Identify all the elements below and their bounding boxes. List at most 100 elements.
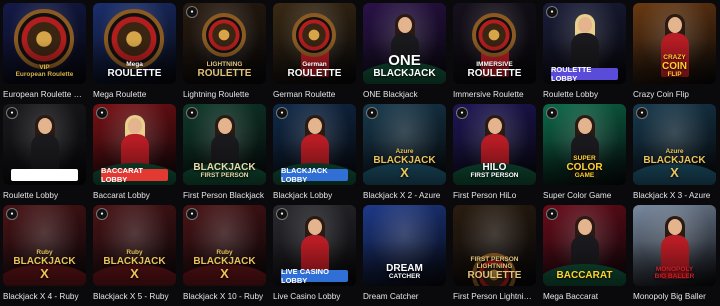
game-thumbnail[interactable]: ● Ruby BLACKJACK X xyxy=(93,205,176,286)
game-logo-text: ONE BLACKJACK xyxy=(367,51,442,79)
logo-line: X xyxy=(400,165,409,181)
game-thumbnail[interactable]: ● BLACKJACK FIRST PERSON xyxy=(183,104,266,185)
logo-line: X xyxy=(220,266,229,282)
game-tile-one-blackjack[interactable]: ONE BLACKJACK ONE Blackjack xyxy=(363,3,446,104)
game-logo-text: Mega ROULETTE xyxy=(97,61,172,79)
game-thumbnail[interactable]: ● Ruby BLACKJACK X xyxy=(183,205,266,286)
game-tile-blackjack-lobby[interactable]: ● BLACKJACK LOBBY Blackjack Lobby xyxy=(273,104,356,205)
game-tile-blackjack-x2-azure[interactable]: ● Azure BLACKJACK X Blackjack X 2 - Azure xyxy=(363,104,446,205)
provider-logo-icon: ● xyxy=(186,6,198,18)
game-title[interactable]: ONE Blackjack xyxy=(363,90,446,100)
game-thumbnail[interactable]: ● Azure BLACKJACK X xyxy=(633,104,716,185)
game-logo-text: IMMERSIVE ROULETTE xyxy=(457,61,532,79)
game-tile-first-person-hilo[interactable]: ● HILO FIRST PERSON First Person HiLo xyxy=(453,104,536,205)
logo-line: BIG BALLER xyxy=(654,273,695,281)
game-thumbnail[interactable]: ● ROULETTE xyxy=(3,104,86,185)
game-thumbnail[interactable]: ● ROULETTE LOBBY xyxy=(543,3,626,84)
game-tile-roulette-lobby-1[interactable]: ● ROULETTE LOBBY Roulette Lobby xyxy=(543,3,626,104)
logo-line: FLIP xyxy=(667,71,682,79)
game-thumbnail[interactable]: ● Ruby BLACKJACK X xyxy=(3,205,86,286)
game-title[interactable]: Blackjack X 4 - Ruby xyxy=(3,292,86,302)
game-thumbnail[interactable]: IMMERSIVE ROULETTE xyxy=(453,3,536,84)
logo-line: CATCHER xyxy=(388,273,421,281)
game-tile-monopoly-big-baller[interactable]: MONOPOLY BIG BALLER Monopoly Big Baller xyxy=(633,205,716,306)
game-thumbnail[interactable]: ● LIVE CASINO LOBBY xyxy=(273,205,356,286)
game-thumbnail[interactable]: VIP European Roulette xyxy=(3,3,86,84)
game-title[interactable]: Immersive Roulette xyxy=(453,90,536,100)
game-thumbnail[interactable]: ● BACCARAT LOBBY xyxy=(93,104,176,185)
game-title[interactable]: Crazy Coin Flip xyxy=(633,90,716,100)
game-title[interactable]: First Person Blackjack xyxy=(183,191,266,201)
game-title[interactable]: Roulette Lobby xyxy=(3,191,86,201)
game-thumbnail[interactable]: ● Azure BLACKJACK X xyxy=(363,104,446,185)
lobby-banner: LIVE CASINO LOBBY xyxy=(281,267,348,285)
game-thumbnail[interactable]: German ROULETTE xyxy=(273,3,356,84)
game-title[interactable]: Monopoly Big Baller xyxy=(633,292,716,302)
game-thumbnail[interactable]: MONOPOLY BIG BALLER xyxy=(633,205,716,286)
game-tile-blackjack-x5-ruby[interactable]: ● Ruby BLACKJACK X Blackjack X 5 - Ruby xyxy=(93,205,176,306)
game-tile-immersive-roulette[interactable]: IMMERSIVE ROULETTE Immersive Roulette xyxy=(453,3,536,104)
game-title[interactable]: Baccarat Lobby xyxy=(93,191,176,201)
game-title[interactable]: Mega Baccarat xyxy=(543,292,626,302)
game-title[interactable]: Blackjack X 10 - Ruby xyxy=(183,292,266,302)
game-thumbnail[interactable]: Mega ROULETTE xyxy=(93,3,176,84)
provider-logo-icon: ● xyxy=(546,107,558,119)
game-tile-blackjack-x4-ruby[interactable]: ● Ruby BLACKJACK X Blackjack X 4 - Ruby xyxy=(3,205,86,306)
game-tile-baccarat-lobby[interactable]: ● BACCARAT LOBBY Baccarat Lobby xyxy=(93,104,176,205)
game-title[interactable]: Blackjack Lobby xyxy=(273,191,356,201)
game-title[interactable]: Super Color Game xyxy=(543,191,626,201)
game-tile-european-roulette-vip[interactable]: VIP European Roulette European Roulette VI… xyxy=(3,3,86,104)
game-logo-text: BLACKJACK FIRST PERSON xyxy=(187,162,262,180)
game-logo-text: MONOPOLY BIG BALLER xyxy=(637,267,712,281)
game-title[interactable]: Blackjack X 3 - Azure xyxy=(633,191,716,201)
game-thumbnail[interactable]: ● BACCARAT xyxy=(543,205,626,286)
game-tile-dream-catcher[interactable]: DREAM CATCHER Dream Catcher xyxy=(363,205,446,306)
game-tile-crazy-coin-flip[interactable]: CRAZY COIN FLIP Crazy Coin Flip xyxy=(633,3,716,104)
game-title[interactable]: Mega Roulette xyxy=(93,90,176,100)
game-thumbnail[interactable]: CRAZY COIN FLIP xyxy=(633,3,716,84)
game-title[interactable]: Roulette Lobby xyxy=(543,90,626,100)
game-tile-lightning-roulette[interactable]: ● LIGHTNING ROULETTE Lightning Roulette xyxy=(183,3,266,104)
logo-line: FIRST PERSON xyxy=(470,172,519,180)
logo-line: ROULETTE xyxy=(107,67,162,79)
logo-line: ROULETTE xyxy=(467,269,522,281)
game-title[interactable]: First Person HiLo xyxy=(453,191,536,201)
game-title[interactable]: European Roulette VIP xyxy=(3,90,86,100)
game-logo-text: DREAM CATCHER xyxy=(367,263,442,281)
game-tile-mega-roulette[interactable]: Mega ROULETTE Mega Roulette xyxy=(93,3,176,104)
game-tile-live-casino-lobby[interactable]: ● LIVE CASINO LOBBY Live Casino Lobby xyxy=(273,205,356,306)
game-tile-german-roulette[interactable]: German ROULETTE German Roulette xyxy=(273,3,356,104)
game-thumbnail[interactable]: DREAM CATCHER xyxy=(363,205,446,286)
game-title[interactable]: Blackjack X 2 - Azure xyxy=(363,191,446,201)
game-title[interactable]: Dream Catcher xyxy=(363,292,446,302)
provider-logo-icon: ● xyxy=(186,208,198,220)
game-grid: VIP European Roulette European Roulette VI… xyxy=(3,3,716,306)
game-logo-text: LIGHTNING ROULETTE xyxy=(187,61,262,79)
game-tile-super-color-game[interactable]: ● SUPER COLOR GAME Super Color Game xyxy=(543,104,626,205)
game-thumbnail[interactable]: FIRST PERSON LIGHTNING ROULETTE xyxy=(453,205,536,286)
game-tile-blackjack-x10-ruby[interactable]: ● Ruby BLACKJACK X Blackjack X 10 - Ruby xyxy=(183,205,266,306)
game-title[interactable]: German Roulette xyxy=(273,90,356,100)
game-tile-first-person-lightning-roulette[interactable]: FIRST PERSON LIGHTNING ROULETTE First Perso… xyxy=(453,205,536,306)
game-thumbnail[interactable]: ● SUPER COLOR GAME xyxy=(543,104,626,185)
game-tile-blackjack-x3-azure[interactable]: ● Azure BLACKJACK X Blackjack X 3 - Azure xyxy=(633,104,716,205)
game-title[interactable]: Blackjack X 5 - Ruby xyxy=(93,292,176,302)
logo-line: X xyxy=(670,165,679,181)
game-title[interactable]: Live Casino Lobby xyxy=(273,292,356,302)
game-thumbnail[interactable]: ● HILO FIRST PERSON xyxy=(453,104,536,185)
provider-logo-icon: ● xyxy=(366,107,378,119)
game-title[interactable]: First Person Lightning... xyxy=(453,292,536,302)
game-thumbnail[interactable]: ● LIGHTNING ROULETTE xyxy=(183,3,266,84)
logo-line: ROULETTE xyxy=(287,67,342,79)
game-thumbnail[interactable]: ONE BLACKJACK xyxy=(363,3,446,84)
game-logo-text: BACCARAT xyxy=(547,270,622,282)
logo-line: X xyxy=(40,266,49,282)
game-logo-text: FIRST PERSON LIGHTNING ROULETTE xyxy=(457,256,532,281)
game-thumbnail[interactable]: ● BLACKJACK LOBBY xyxy=(273,104,356,185)
game-tile-roulette-lobby-2[interactable]: ● ROULETTE Roulette Lobby xyxy=(3,104,86,205)
provider-logo-icon: ● xyxy=(96,208,108,220)
game-title[interactable]: Lightning Roulette xyxy=(183,90,266,100)
game-tile-first-person-blackjack[interactable]: ● BLACKJACK FIRST PERSON First Person Black… xyxy=(183,104,266,205)
logo-line: ONE xyxy=(388,51,421,69)
game-tile-mega-baccarat[interactable]: ● BACCARAT Mega Baccarat xyxy=(543,205,626,306)
